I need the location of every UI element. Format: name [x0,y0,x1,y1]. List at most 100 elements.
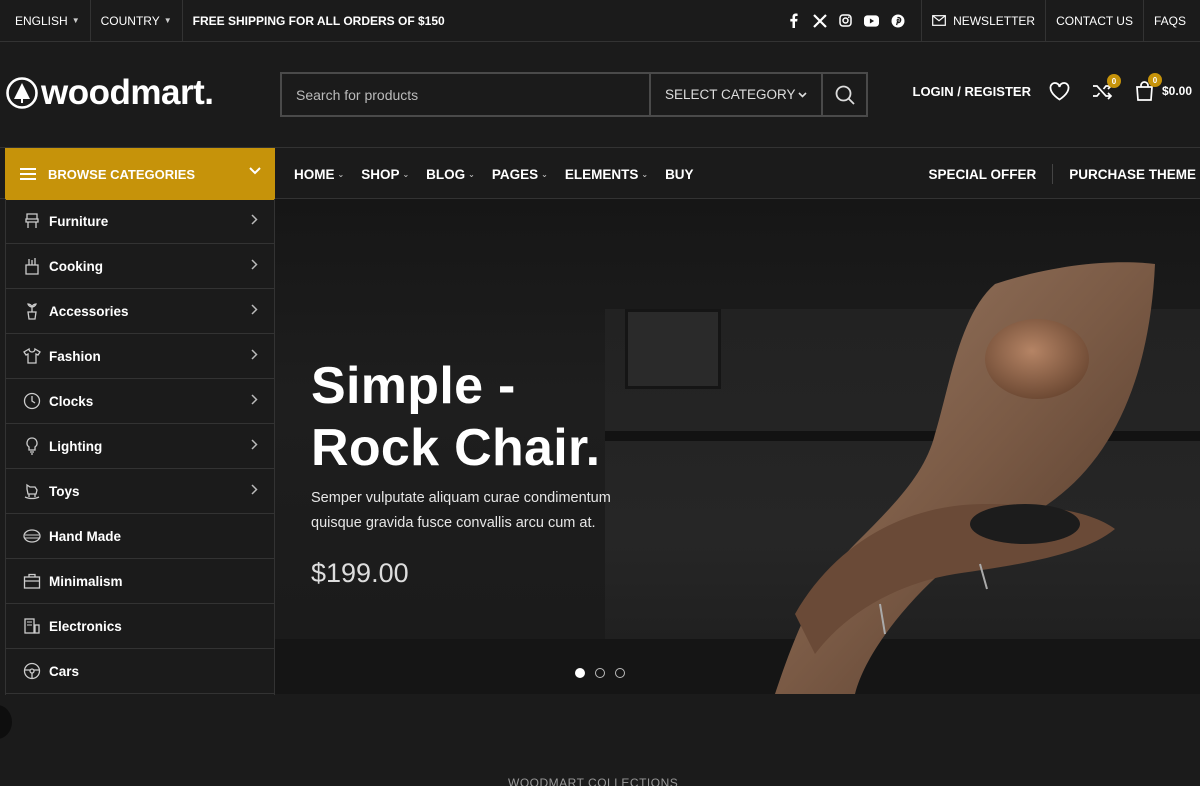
main-header: woodmart. SELECT CATEGORY LOGIN / REGIST… [0,43,1200,147]
sidebar-item-label: Accessories [49,303,129,319]
tree-logo-icon [6,76,38,109]
hero-title: Simple - Rock Chair. [311,355,600,479]
browse-categories-button[interactable]: BROWSE CATEGORIES [5,148,275,200]
lightbulb-icon [22,436,42,456]
basket-icon [22,526,42,546]
sidebar-item-minimalism[interactable]: Minimalism [6,559,274,604]
sidebar-item-label: Electronics [49,618,122,634]
rock-chair-image [775,262,1155,694]
sidebar-item-accessories[interactable]: Accessories [6,289,274,334]
chevron-down-icon: ⌄ [402,169,410,179]
sidebar-item-label: Minimalism [49,573,123,589]
wall-picture [625,309,721,389]
sidebar-item-label: Clocks [49,393,94,409]
youtube-icon[interactable] [864,13,880,28]
sidebar-item-lighting[interactable]: Lighting [6,424,274,469]
search-icon [835,85,855,105]
steering-wheel-icon [22,661,42,681]
chevron-right-icon [251,484,258,495]
chevron-down-icon: ⌄ [641,169,649,179]
chevron-down-icon: ▼ [71,16,80,25]
language-selector[interactable]: ENGLISH ▼ [0,0,91,42]
country-label: COUNTRY [100,13,160,28]
chevron-down-icon [798,91,807,98]
facebook-icon[interactable] [786,13,801,28]
login-register-link[interactable]: LOGIN / REGISTER [913,84,1031,99]
slider-pagination [575,668,625,678]
sidebar-item-fashion[interactable]: Fashion [6,334,274,379]
contact-label: CONTACT US [1056,13,1133,28]
menu-icon [20,168,36,180]
chevron-down-icon: ▼ [163,16,172,25]
sidebar-item-clocks[interactable]: Clocks [6,379,274,424]
menu-item-buy[interactable]: BUY [665,167,694,182]
secondary-menu: SPECIAL OFFER PURCHASE THEME [928,148,1196,200]
compare-button[interactable]: 0 [1092,74,1121,100]
sidebar-item-toys[interactable]: Toys [6,469,274,514]
category-sidebar: Furniture Cooking Accessories Fashion Cl… [5,199,275,695]
sidebar-item-cooking[interactable]: Cooking [6,244,274,289]
chevron-right-icon [251,349,258,360]
menu-item-label: ELEMENTS [564,166,639,182]
wishlist-button[interactable] [1049,81,1070,101]
hero-price: $199.00 [311,558,409,588]
special-offer-link[interactable]: SPECIAL OFFER [928,167,1036,182]
menu-item-label: PAGES [491,166,539,182]
sidebar-item-label: Toys [49,483,80,499]
hero-title-line-2: Rock Chair. [311,419,601,477]
faqs-label: FAQS [1153,13,1186,28]
sidebar-item-electronics[interactable]: Electronics [6,604,274,649]
sidebar-item-hand-made[interactable]: Hand Made [6,514,274,559]
mail-icon [932,15,946,26]
briefcase-icon [22,571,42,591]
search-input[interactable] [282,74,649,115]
sidebar-item-label: Cooking [49,258,103,274]
newsletter-link[interactable]: NEWSLETTER [922,0,1045,42]
menu-item-shop[interactable]: SHOP ⌄ [361,167,409,182]
menu-item-label: HOME [294,166,335,182]
chevron-down-icon: ⌄ [541,169,548,179]
slider-dot-2[interactable] [595,668,605,678]
faqs-link[interactable]: FAQS [1142,0,1200,42]
pinterest-icon[interactable] [890,13,905,28]
menu-item-elements[interactable]: ELEMENTS ⌄ [565,167,648,182]
menu-item-home[interactable]: HOME ⌄ [294,167,344,182]
logo[interactable]: woodmart. [6,73,214,112]
purchase-theme-link[interactable]: PURCHASE THEME [1069,167,1196,182]
sidebar-item-label: Fashion [49,348,101,364]
chevron-right-icon [251,259,258,270]
compare-count-badge: 0 [1106,74,1121,88]
instagram-icon[interactable] [838,13,853,28]
clock-icon [22,391,42,411]
sidebar-item-label: Hand Made [49,528,122,544]
sidebar-item-furniture[interactable]: Furniture [6,199,274,244]
chevron-down-icon: ⌄ [468,169,475,179]
main-menu: HOME ⌄ SHOP ⌄ BLOG ⌄ PAGES ⌄ ELEMENTS ⌄ BUY [294,148,694,200]
browse-categories-label: BROWSE CATEGORIES [48,166,196,182]
heart-icon [1049,81,1070,101]
search-button[interactable] [821,74,866,115]
slider-dot-3[interactable] [615,668,625,678]
cart-total[interactable]: $0.00 [1162,84,1192,98]
top-bar: ENGLISH ▼ COUNTRY ▼ FREE SHIPPING FOR AL… [0,0,1200,42]
category-select[interactable]: SELECT CATEGORY [649,74,821,115]
slider-dot-1[interactable] [575,668,585,678]
country-selector[interactable]: COUNTRY ▼ [91,0,183,42]
menu-item-label: BLOG [426,166,466,182]
shipping-notice: FREE SHIPPING FOR ALL ORDERS OF $150 [192,13,445,28]
social-links [786,0,923,42]
chevron-right-icon [251,439,258,450]
sidebar-item-cars[interactable]: Cars [6,649,274,694]
chevron-down-icon [249,167,261,175]
x-icon[interactable] [812,13,827,28]
chevron-right-icon [251,304,258,315]
logo-text: woodmart. [41,73,214,112]
menu-item-pages[interactable]: PAGES ⌄ [492,167,548,182]
scroll-indicator [0,705,12,739]
contact-link[interactable]: CONTACT US [1045,0,1143,42]
chevron-right-icon [251,214,258,225]
sidebar-item-label: Furniture [49,213,109,229]
shirt-icon [22,346,42,366]
cart-button[interactable]: 0 [1135,73,1162,101]
menu-item-blog[interactable]: BLOG ⌄ [426,167,475,182]
